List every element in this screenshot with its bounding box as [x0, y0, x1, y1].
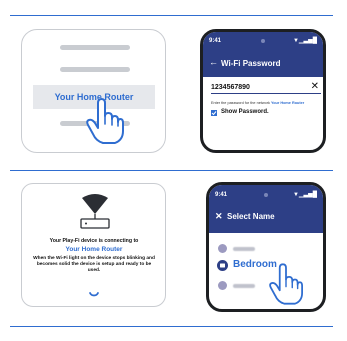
password-field[interactable]: 1234567890 ✕: [211, 81, 321, 94]
selected-radio-icon: [217, 260, 228, 271]
password-value: 1234567890: [211, 84, 250, 91]
pointing-hand-icon: [269, 263, 303, 305]
loading-spinner-icon: [89, 292, 99, 297]
step3-phone-outline: Your Play-Fi device is connecting to You…: [21, 183, 166, 307]
connecting-line: Your Play-Fi device is connecting to: [49, 238, 139, 244]
back-arrow-icon[interactable]: ←: [209, 57, 218, 67]
close-icon[interactable]: ✕: [215, 211, 223, 222]
placeholder-bar: [60, 67, 130, 72]
page-title: Wi-Fi Password: [221, 59, 281, 68]
blurred-option-label: [233, 284, 255, 288]
wifi-light-instructions: When the Wi-Fi light on the device stops…: [33, 256, 155, 273]
divider-bottom: [10, 326, 333, 327]
divider-middle: [10, 170, 333, 171]
app-header: 9:41 ▼▁▃▅█ ← Wi-Fi Password: [203, 32, 323, 77]
status-time: 9:41: [215, 192, 228, 198]
pointing-hand-icon: [86, 98, 124, 144]
camera-dot: [264, 193, 268, 197]
step4-phone: 9:41 ▼▁▃▅█ ✕ Select Name Bedroom: [206, 182, 326, 312]
clear-icon[interactable]: ✕: [311, 81, 319, 92]
app-header: 9:41 ▼▁▃▅█ ✕ Select Name: [209, 185, 323, 233]
check-icon: [211, 111, 217, 116]
page-title: Select Name: [227, 212, 275, 221]
signal-wifi-icon: ▼▁▃▅█: [292, 192, 317, 198]
placeholder-bar: [60, 45, 130, 50]
hint-network: Your Home Router: [270, 101, 305, 105]
step1-phone-outline: Your Home Router: [21, 29, 166, 153]
signal-wifi-icon: ▼▁▃▅█: [292, 38, 317, 44]
connecting-message: Your Play-Fi device is connecting to You…: [30, 238, 158, 274]
camera-dot: [261, 39, 265, 43]
wifi-router-icon: [80, 194, 110, 229]
connecting-network: Your Home Router: [65, 246, 123, 253]
hint-prefix: Enter the password for the network: [211, 101, 270, 105]
option-dot: [218, 281, 227, 290]
show-password-label: Show Password.: [221, 109, 269, 115]
status-time: 9:41: [209, 38, 222, 44]
blurred-option-label: [233, 247, 255, 251]
password-hint: Enter the password for the network Your …: [211, 101, 304, 105]
show-password-checkbox[interactable]: [211, 110, 217, 116]
step2-phone: 9:41 ▼▁▃▅█ ← Wi-Fi Password 1234567890 ✕…: [200, 29, 326, 153]
divider-top: [10, 15, 333, 16]
option-dot: [218, 244, 227, 253]
